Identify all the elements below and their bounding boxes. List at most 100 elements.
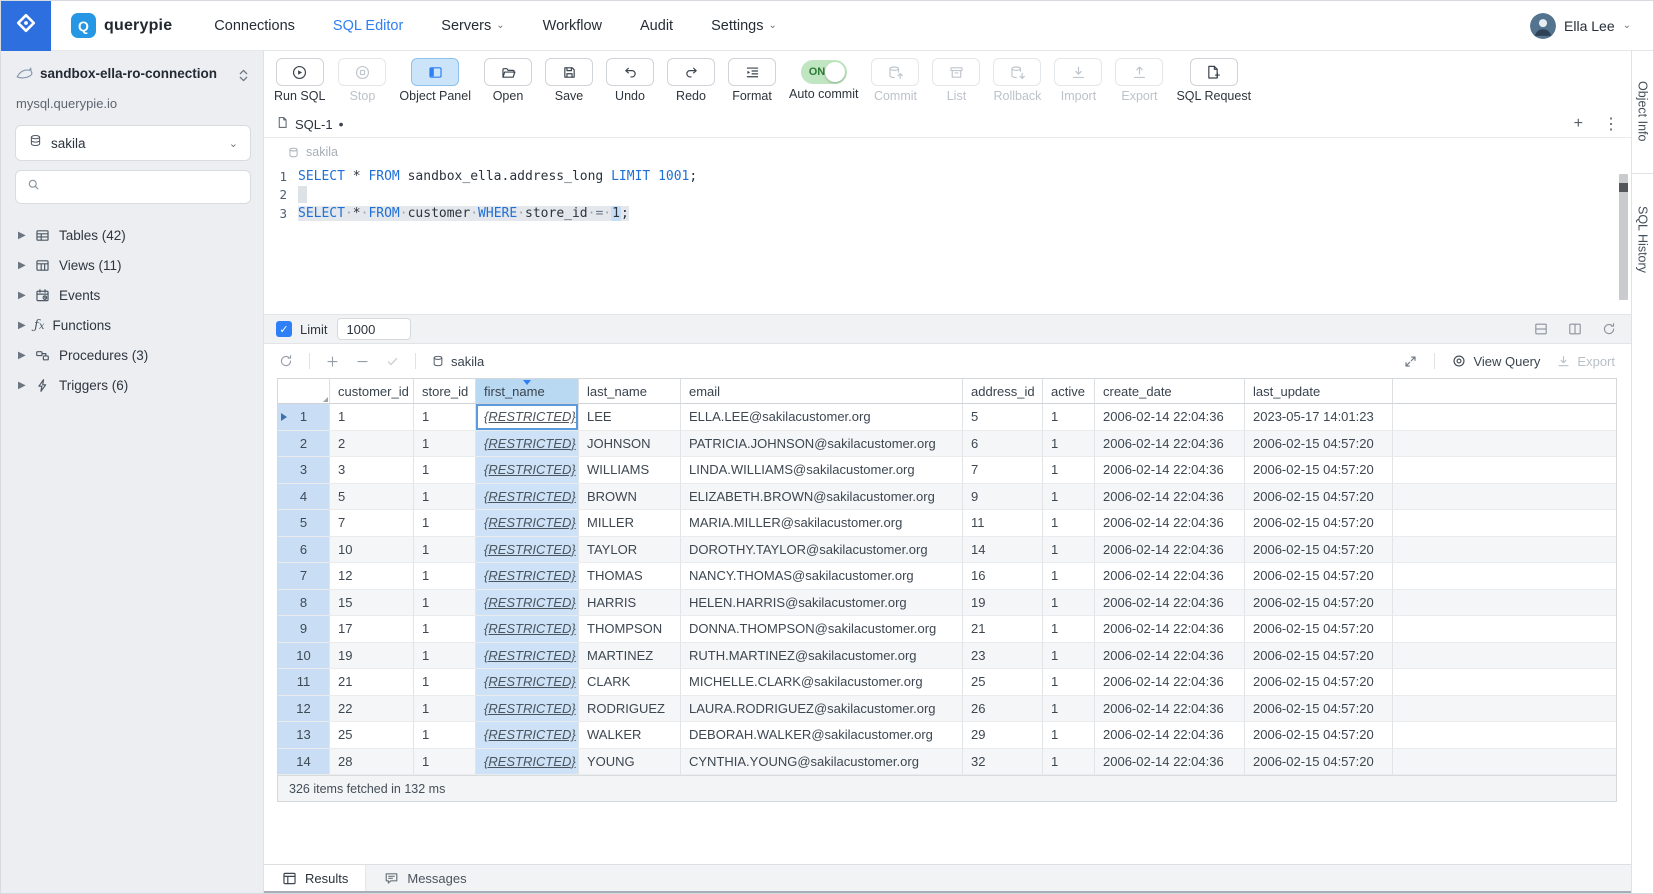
cell-last_name[interactable]: YOUNG (579, 749, 681, 776)
cell-customer_id[interactable]: 2 (330, 431, 414, 458)
code-line-2[interactable]: 2 (264, 186, 1631, 205)
redo-button[interactable]: Redo (667, 58, 715, 103)
cell-create_date[interactable]: 2006-02-14 22:04:36 (1095, 457, 1245, 484)
cell-last_name[interactable]: RODRIGUEZ (579, 696, 681, 723)
cell-active[interactable]: 1 (1043, 484, 1095, 511)
cell-store_id[interactable]: 1 (414, 696, 476, 723)
row-number[interactable]: 10 (278, 643, 330, 670)
column-header-create_date[interactable]: create_date (1095, 379, 1245, 404)
code-line-3[interactable]: 3SELECT·*·FROM·customer·WHERE·store_id·=… (264, 204, 1631, 223)
cell-last_update[interactable]: 2006-02-15 04:57:20 (1245, 669, 1393, 696)
row-number[interactable]: 13 (278, 722, 330, 749)
view-query-button[interactable]: View Query (1451, 353, 1540, 369)
cell-store_id[interactable]: 1 (414, 484, 476, 511)
cell-active[interactable]: 1 (1043, 457, 1095, 484)
cell-create_date[interactable]: 2006-02-14 22:04:36 (1095, 643, 1245, 670)
cell-last_name[interactable]: MILLER (579, 510, 681, 537)
cell-first_name[interactable]: {RESTRICTED} (476, 484, 579, 511)
caret-right-icon[interactable]: ▶ (18, 260, 26, 271)
sidebar-item-events[interactable]: ▶Events (15, 280, 251, 310)
cell-address_id[interactable]: 25 (963, 669, 1043, 696)
add-tab-button[interactable]: + (1574, 115, 1583, 133)
cell-store_id[interactable]: 1 (414, 431, 476, 458)
user-menu[interactable]: Ella Lee ⌄ (1530, 13, 1631, 39)
cell-address_id[interactable]: 32 (963, 749, 1043, 776)
cell-first_name[interactable]: {RESTRICTED} (476, 457, 579, 484)
row-number[interactable]: 11 (278, 669, 330, 696)
row-number[interactable]: 12 (278, 696, 330, 723)
cell-last_update[interactable]: 2006-02-15 04:57:20 (1245, 722, 1393, 749)
cell-create_date[interactable]: 2006-02-14 22:04:36 (1095, 590, 1245, 617)
cell-last_update[interactable]: 2006-02-15 04:57:20 (1245, 696, 1393, 723)
cell-email[interactable]: ELIZABETH.BROWN@sakilacustomer.org (681, 484, 963, 511)
cell-email[interactable]: MARIA.MILLER@sakilacustomer.org (681, 510, 963, 537)
column-header-last_update[interactable]: last_update (1245, 379, 1393, 404)
cell-create_date[interactable]: 2006-02-14 22:04:36 (1095, 669, 1245, 696)
cell-store_id[interactable]: 1 (414, 457, 476, 484)
row-number[interactable]: 8 (278, 590, 330, 617)
cell-address_id[interactable]: 21 (963, 616, 1043, 643)
code-line-1[interactable]: 1SELECT * FROM sandbox_ella.address_long… (264, 167, 1631, 186)
cell-create_date[interactable]: 2006-02-14 22:04:36 (1095, 431, 1245, 458)
cell-active[interactable]: 1 (1043, 722, 1095, 749)
auto-commit-button[interactable]: ONAuto commit (789, 58, 858, 101)
cell-address_id[interactable]: 14 (963, 537, 1043, 564)
cell-email[interactable]: DEBORAH.WALKER@sakilacustomer.org (681, 722, 963, 749)
cell-store_id[interactable]: 1 (414, 537, 476, 564)
cell-active[interactable]: 1 (1043, 749, 1095, 776)
column-header-active[interactable]: active (1043, 379, 1095, 404)
cell-customer_id[interactable]: 15 (330, 590, 414, 617)
cell-create_date[interactable]: 2006-02-14 22:04:36 (1095, 510, 1245, 537)
cell-first_name[interactable]: {RESTRICTED} (476, 537, 579, 564)
sql-editor[interactable]: sakila 1SELECT * FROM sandbox_ella.addre… (264, 138, 1631, 314)
cell-first_name[interactable]: {RESTRICTED} (476, 510, 579, 537)
cell-customer_id[interactable]: 17 (330, 616, 414, 643)
object-panel-button[interactable]: Object Panel (399, 58, 471, 103)
tab-sql-history[interactable]: SQL History (1636, 202, 1650, 277)
cell-create_date[interactable]: 2006-02-14 22:04:36 (1095, 749, 1245, 776)
cell-create_date[interactable]: 2006-02-14 22:04:36 (1095, 484, 1245, 511)
cell-active[interactable]: 1 (1043, 404, 1095, 431)
nav-item-settings[interactable]: Settings⌄ (711, 18, 777, 34)
cell-last_name[interactable]: CLARK (579, 669, 681, 696)
cell-customer_id[interactable]: 1 (330, 404, 414, 431)
cell-address_id[interactable]: 7 (963, 457, 1043, 484)
sql-request-button[interactable]: SQL Request (1176, 58, 1251, 103)
nav-item-audit[interactable]: Audit (640, 18, 673, 34)
cell-last_update[interactable]: 2006-02-15 04:57:20 (1245, 563, 1393, 590)
cell-store_id[interactable]: 1 (414, 590, 476, 617)
cell-address_id[interactable]: 5 (963, 404, 1043, 431)
cell-store_id[interactable]: 1 (414, 643, 476, 670)
add-row-icon[interactable] (325, 354, 340, 369)
row-number[interactable]: 3 (278, 457, 330, 484)
object-search[interactable] (15, 170, 251, 204)
cell-last_name[interactable]: WILLIAMS (579, 457, 681, 484)
cell-last_name[interactable]: MARTINEZ (579, 643, 681, 670)
row-number[interactable]: 9 (278, 616, 330, 643)
cell-address_id[interactable]: 29 (963, 722, 1043, 749)
nav-item-connections[interactable]: Connections (214, 18, 295, 34)
caret-right-icon[interactable]: ▶ (18, 290, 26, 301)
cell-last_name[interactable]: THOMAS (579, 563, 681, 590)
cell-last_name[interactable]: HARRIS (579, 590, 681, 617)
save-button[interactable]: Save (545, 58, 593, 103)
cell-first_name[interactable]: {RESTRICTED} (476, 616, 579, 643)
remove-row-icon[interactable] (355, 354, 370, 369)
sidebar-item-tables-42[interactable]: ▶Tables (42) (15, 220, 251, 250)
cell-last_name[interactable]: JOHNSON (579, 431, 681, 458)
editor-scrollbar[interactable] (1619, 174, 1628, 300)
cell-email[interactable]: LINDA.WILLIAMS@sakilacustomer.org (681, 457, 963, 484)
cell-email[interactable]: LAURA.RODRIGUEZ@sakilacustomer.org (681, 696, 963, 723)
cell-address_id[interactable]: 16 (963, 563, 1043, 590)
cell-store_id[interactable]: 1 (414, 510, 476, 537)
refresh-layout-icon[interactable] (1601, 321, 1617, 337)
auto-commit-toggle[interactable]: ON (801, 60, 847, 84)
cell-last_update[interactable]: 2006-02-15 04:57:20 (1245, 431, 1393, 458)
cell-customer_id[interactable]: 5 (330, 484, 414, 511)
row-number[interactable]: 1 (278, 404, 330, 431)
cell-customer_id[interactable]: 22 (330, 696, 414, 723)
sidebar-item-triggers-6[interactable]: ▶Triggers (6) (15, 370, 251, 400)
cell-active[interactable]: 1 (1043, 696, 1095, 723)
cell-create_date[interactable]: 2006-02-14 22:04:36 (1095, 616, 1245, 643)
cell-email[interactable]: MICHELLE.CLARK@sakilacustomer.org (681, 669, 963, 696)
